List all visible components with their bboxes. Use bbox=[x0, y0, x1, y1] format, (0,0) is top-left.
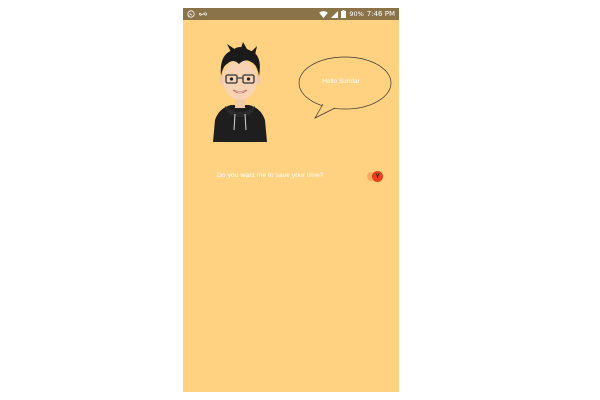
battery-icon bbox=[341, 10, 347, 18]
avatar bbox=[209, 42, 271, 142]
infinity-icon bbox=[199, 11, 207, 17]
speech-bubble bbox=[298, 56, 392, 119]
signal-icon bbox=[331, 10, 339, 18]
greeting-text: Hello Sundar bbox=[322, 78, 360, 85]
status-right: 90% 7:46 PM bbox=[319, 8, 395, 20]
yes-button-label: Y bbox=[372, 171, 383, 182]
status-time: 7:46 PM bbox=[366, 10, 395, 18]
whatsapp-icon bbox=[187, 10, 195, 18]
wifi-icon bbox=[319, 10, 329, 18]
status-bar: 90% 7:46 PM bbox=[183, 8, 399, 20]
yes-button[interactable]: Y bbox=[367, 171, 385, 182]
status-left bbox=[187, 8, 207, 20]
question-text: Do you want me to save your time? bbox=[217, 172, 324, 179]
battery-percent: 90% bbox=[349, 10, 364, 18]
phone-screen: 90% 7:46 PM Hello Sundar Do you want me … bbox=[183, 8, 399, 392]
